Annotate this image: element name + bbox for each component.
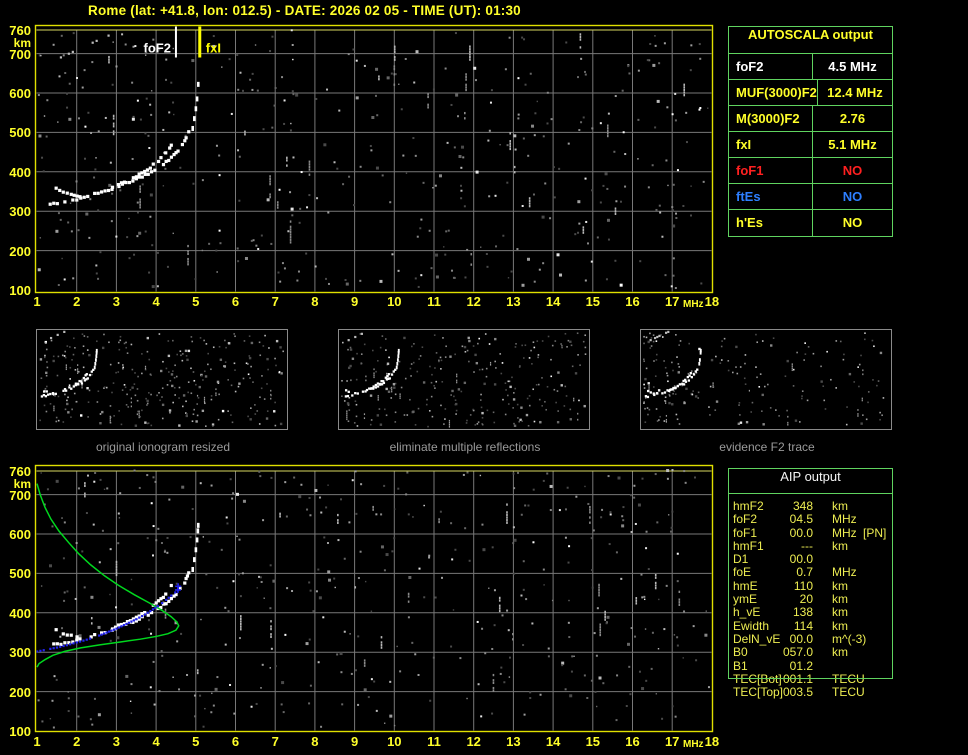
x-tick-label: 9 xyxy=(350,294,359,309)
autoscala-param: foF1 xyxy=(729,158,813,183)
top-ionogram-plot: foF2 fxI xyxy=(34,24,714,294)
x-axis-unit-label: MHz xyxy=(683,739,704,750)
autoscala-row: ftEs NO xyxy=(729,184,892,210)
y-tick-label: 400 xyxy=(9,605,31,621)
y-tick-label: 200 xyxy=(9,243,31,259)
aip-value: 003.5 xyxy=(782,685,813,700)
autoscala-value: 5.1 MHz xyxy=(828,137,877,152)
autoscala-value: 4.5 MHz xyxy=(828,59,877,74)
y-tick-label: 200 xyxy=(9,684,31,700)
x-tick-label: 6 xyxy=(231,734,240,749)
x-tick-label: 2 xyxy=(73,294,81,309)
x-tick-label: 2 xyxy=(73,734,81,749)
bottom-ionogram-plot xyxy=(34,464,714,733)
x-tick-label: 5 xyxy=(192,734,200,749)
x-tick-label: 3 xyxy=(112,734,120,749)
autoscala-row: M(3000)F2 2.76 xyxy=(729,106,892,132)
x-tick-label: 17 xyxy=(664,294,680,309)
y-tick-label: 300 xyxy=(9,204,31,220)
plot-noise xyxy=(37,29,709,290)
aip-unit: TECU xyxy=(832,685,865,700)
x-tick-label: 7 xyxy=(271,294,279,309)
y-tick-label: 600 xyxy=(9,86,31,102)
x-tick-label: 11 xyxy=(427,294,441,309)
autoscala-table-title: AUTOSCALA output xyxy=(729,27,892,54)
fxi-marker-label: fxI xyxy=(206,41,221,56)
autoscala-value: NO xyxy=(842,189,863,204)
x-tick-label: 10 xyxy=(387,294,402,309)
aip-output-table: AIP output xyxy=(728,468,893,679)
y-tick-label: 600 xyxy=(9,527,31,543)
x-tick-label: 14 xyxy=(545,294,561,309)
autoscala-param: MUF(3000)F2 xyxy=(729,80,818,105)
x-tick-label: 13 xyxy=(506,734,521,749)
x-axis-unit-label: MHz xyxy=(683,299,704,310)
y-tick-label: 100 xyxy=(9,723,31,739)
x-tick-label: 3 xyxy=(112,294,120,309)
y-tick-label: 100 xyxy=(9,282,31,298)
y-axis-unit-label: km xyxy=(13,477,31,491)
fof2-marker-label: foF2 xyxy=(143,41,170,56)
thumbnail-canvas xyxy=(39,330,285,427)
autoscala-value: 2.76 xyxy=(839,111,866,126)
y-tick-label: 300 xyxy=(9,645,31,661)
x-tick-label: 8 xyxy=(311,294,319,309)
thumbnail-evidence-f2 xyxy=(640,329,892,430)
thumbnail-caption-1: original ionogram resized xyxy=(95,440,231,454)
autoscala-param: h'Es xyxy=(729,210,813,236)
autoscala-param: ftEs xyxy=(729,184,813,209)
plot-noise xyxy=(37,469,710,729)
plot-grid xyxy=(36,470,712,731)
autoscala-row: foF2 4.5 MHz xyxy=(729,54,892,80)
autoscala-value: 12.4 MHz xyxy=(827,85,883,100)
autoscala-param: foF2 xyxy=(729,54,813,79)
x-tick-label: 12 xyxy=(466,734,481,749)
plot-frame xyxy=(34,24,714,294)
autoscala-row: fxI 5.1 MHz xyxy=(729,132,892,158)
autoscala-value: NO xyxy=(842,215,863,230)
plot-grid xyxy=(36,29,712,292)
aip-table-title: AIP output xyxy=(729,469,892,494)
x-tick-label: 16 xyxy=(625,734,640,749)
x-tick-label: 9 xyxy=(350,734,359,749)
autoscala-param: M(3000)F2 xyxy=(729,106,813,131)
x-tick-label: 7 xyxy=(271,734,279,749)
autoscala-value: NO xyxy=(842,163,863,178)
x-tick-label: 8 xyxy=(311,734,319,749)
x-tick-label: 15 xyxy=(585,294,601,309)
autoscala-window: Rome (lat: +41.8, lon: 012.5) - DATE: 20… xyxy=(0,0,968,755)
x-tick-label: 13 xyxy=(506,294,521,309)
thumbnail-original-ionogram xyxy=(36,329,288,430)
x-tick-label: 4 xyxy=(152,294,160,309)
x-tick-label: 16 xyxy=(625,294,640,309)
autoscala-param: fxI xyxy=(729,132,813,157)
autoscala-output-table: AUTOSCALA output foF2 4.5 MHz MUF(3000)F2 1… xyxy=(728,26,893,237)
x-tick-label: 4 xyxy=(152,734,160,749)
autoscala-row: MUF(3000)F2 12.4 MHz xyxy=(729,80,892,106)
x-tick-label: 12 xyxy=(466,294,481,309)
x-tick-label: 17 xyxy=(664,734,680,749)
x-tick-label: 15 xyxy=(585,734,601,749)
y-tick-label: 500 xyxy=(9,566,31,582)
thumbnail-eliminate-reflections xyxy=(338,329,590,432)
x-tick-label: 6 xyxy=(231,294,240,309)
f2-traces xyxy=(36,483,200,668)
x-tick-label: 5 xyxy=(192,294,200,309)
x-tick-label: 11 xyxy=(427,734,441,749)
thumbnail-canvas xyxy=(341,332,587,432)
autoscala-row: h'Es NO xyxy=(729,210,892,236)
thumbnail-caption-2: eliminate multiple reflections xyxy=(389,440,541,454)
thumbnail-caption-3: evidence F2 trace xyxy=(719,440,815,454)
thumbnail-canvas xyxy=(643,330,885,426)
aip-row: TEC[Top] 003.5 TECU xyxy=(733,686,903,699)
y-axis-unit-label: km xyxy=(13,36,31,50)
y-tick-label: 500 xyxy=(9,125,31,141)
x-tick-label: 14 xyxy=(545,734,561,749)
y-tick-label: 400 xyxy=(9,164,31,180)
autoscala-row: foF1 NO xyxy=(729,158,892,184)
x-tick-label: 10 xyxy=(387,734,402,749)
